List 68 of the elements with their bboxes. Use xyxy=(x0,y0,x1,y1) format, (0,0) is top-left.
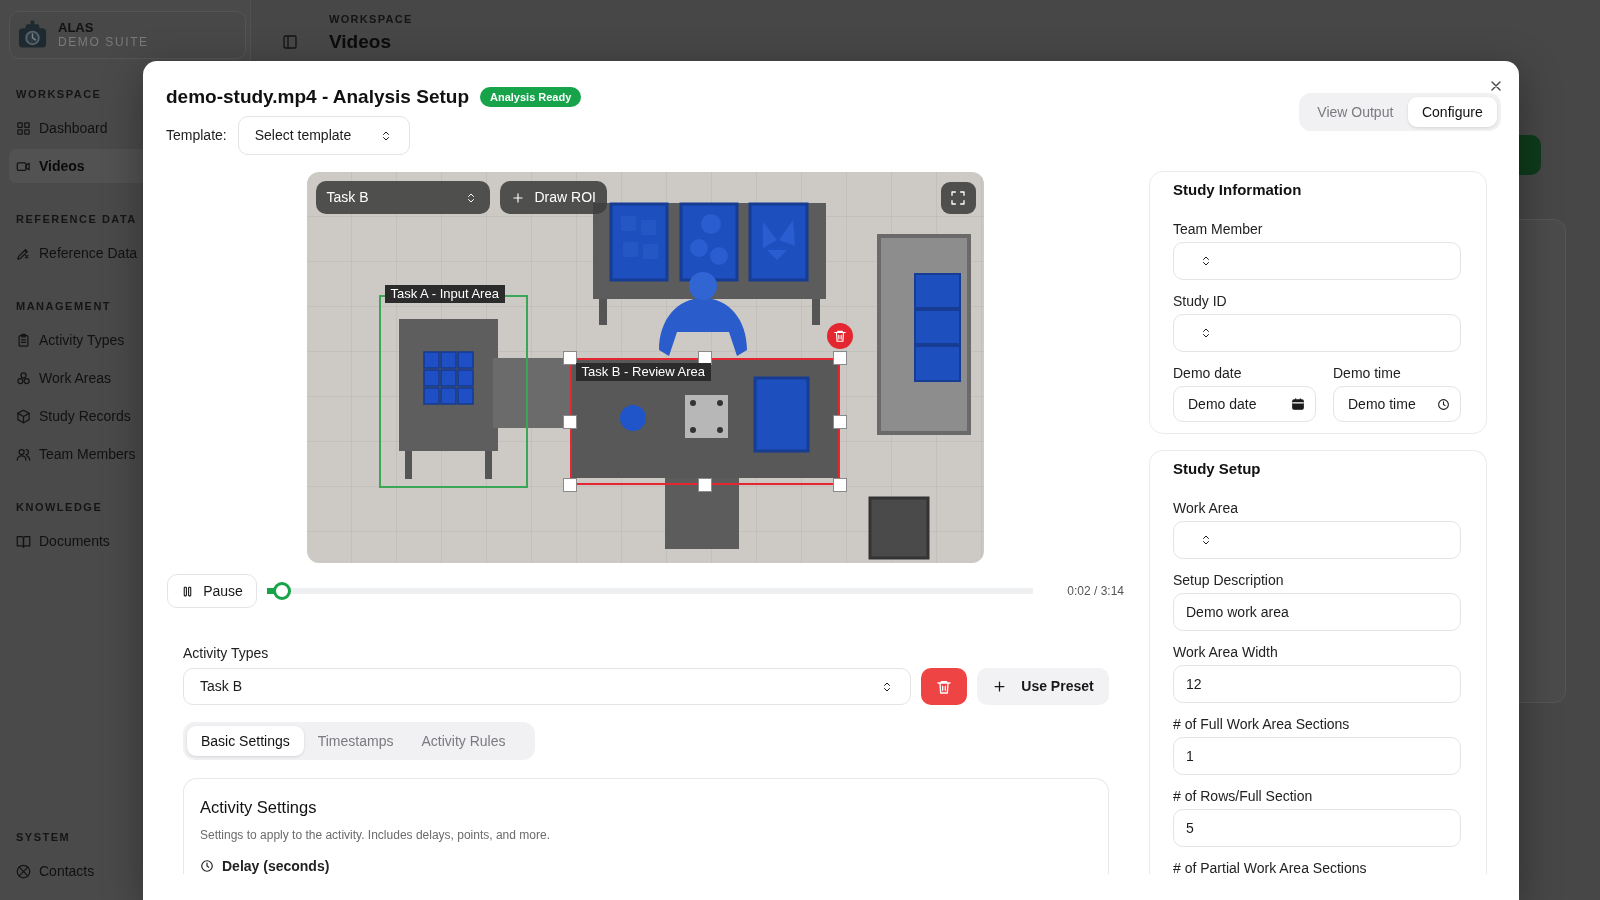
chevron-up-down-icon xyxy=(1200,534,1212,546)
text-field[interactable]: 1 xyxy=(1173,737,1461,775)
chevron-up-down-icon xyxy=(1200,327,1212,339)
card-description: Settings to apply to the activity. Includes delays, points, and more. xyxy=(200,827,551,843)
fullscreen-icon xyxy=(950,190,966,206)
grid-icon xyxy=(16,120,31,136)
field-label: Demo time xyxy=(1333,364,1402,382)
brand-name: ALAS xyxy=(58,20,95,35)
camera-icon xyxy=(17,19,48,51)
status-badge: Analysis Ready xyxy=(480,87,582,107)
field-label: # of Partial Work Area Sections xyxy=(1173,859,1368,874)
settings-tab[interactable]: Activity Rules xyxy=(407,726,520,756)
clipboard-icon xyxy=(16,332,31,348)
book-icon xyxy=(16,533,31,549)
calendar-icon xyxy=(1291,397,1305,411)
text-field[interactable]: Demo work area xyxy=(1173,593,1461,631)
field-label: Work Area xyxy=(1173,499,1240,517)
region-label: Task B - Review Area xyxy=(575,363,712,381)
field-label: Delay (seconds) xyxy=(222,857,330,874)
time-field[interactable]: Demo time xyxy=(1333,386,1461,422)
select-field[interactable] xyxy=(1173,314,1461,352)
select-field[interactable] xyxy=(1173,242,1461,280)
template-label: Template: xyxy=(166,126,227,145)
view-tab[interactable]: Configure xyxy=(1407,97,1497,127)
region-label: Task A - Input Area xyxy=(384,285,505,303)
field-label: # of Rows/Full Section xyxy=(1173,787,1314,805)
trash-icon xyxy=(832,329,847,343)
settings-tab[interactable]: Basic Settings xyxy=(187,726,304,756)
circle-cross-icon xyxy=(16,863,31,879)
text-field[interactable]: 12 xyxy=(1173,665,1461,703)
clock-icon xyxy=(1437,397,1450,411)
activity-type-select[interactable]: Task B xyxy=(183,668,911,705)
pause-button[interactable]: Pause xyxy=(167,574,257,608)
playback-time: 0:02 / 3:14 xyxy=(1067,583,1124,600)
page-title: Videos xyxy=(329,30,391,54)
slider-thumb[interactable] xyxy=(273,582,292,600)
clock-icon xyxy=(200,859,214,873)
delete-button[interactable] xyxy=(921,668,967,705)
text-field[interactable]: 5 xyxy=(1173,809,1461,847)
card-title: Study Setup xyxy=(1173,459,1262,479)
field-label: # of Full Work Area Sections xyxy=(1173,715,1351,733)
draw-roi-button[interactable]: Draw ROI xyxy=(499,181,607,214)
view-tab[interactable]: View Output xyxy=(1303,97,1408,127)
field-label: Team Member xyxy=(1173,220,1264,238)
circles-icon xyxy=(16,370,31,386)
plus-icon xyxy=(992,679,1008,694)
trash-icon xyxy=(936,678,952,695)
card-title: Activity Settings xyxy=(200,797,318,818)
chevron-up-down-icon xyxy=(881,680,893,693)
chevron-up-down-icon xyxy=(1200,255,1212,267)
sidebar-toggle-icon[interactable] xyxy=(282,34,298,50)
field-label: Demo date xyxy=(1173,364,1243,382)
task-select[interactable]: Task B xyxy=(315,181,490,214)
template-select[interactable]: Select template xyxy=(237,116,410,155)
field-label: Study ID xyxy=(1173,292,1228,310)
fullscreen-button[interactable] xyxy=(940,182,976,214)
date-field[interactable]: Demo date xyxy=(1173,386,1316,422)
select-field[interactable] xyxy=(1173,521,1461,559)
settings-tab[interactable]: Timestamps xyxy=(303,726,408,756)
plus-icon xyxy=(510,190,525,205)
field-label: Activity Types xyxy=(183,645,270,662)
users-icon xyxy=(16,446,31,462)
field-label: Setup Description xyxy=(1173,571,1285,589)
card-title: Study Information xyxy=(1173,180,1303,200)
use-preset-button[interactable]: Use Preset xyxy=(977,668,1109,705)
dialog-title: demo-study.mp4 - Analysis Setup xyxy=(166,85,469,109)
cube-icon xyxy=(16,408,31,424)
field-label: Work Area Width xyxy=(1173,643,1279,661)
